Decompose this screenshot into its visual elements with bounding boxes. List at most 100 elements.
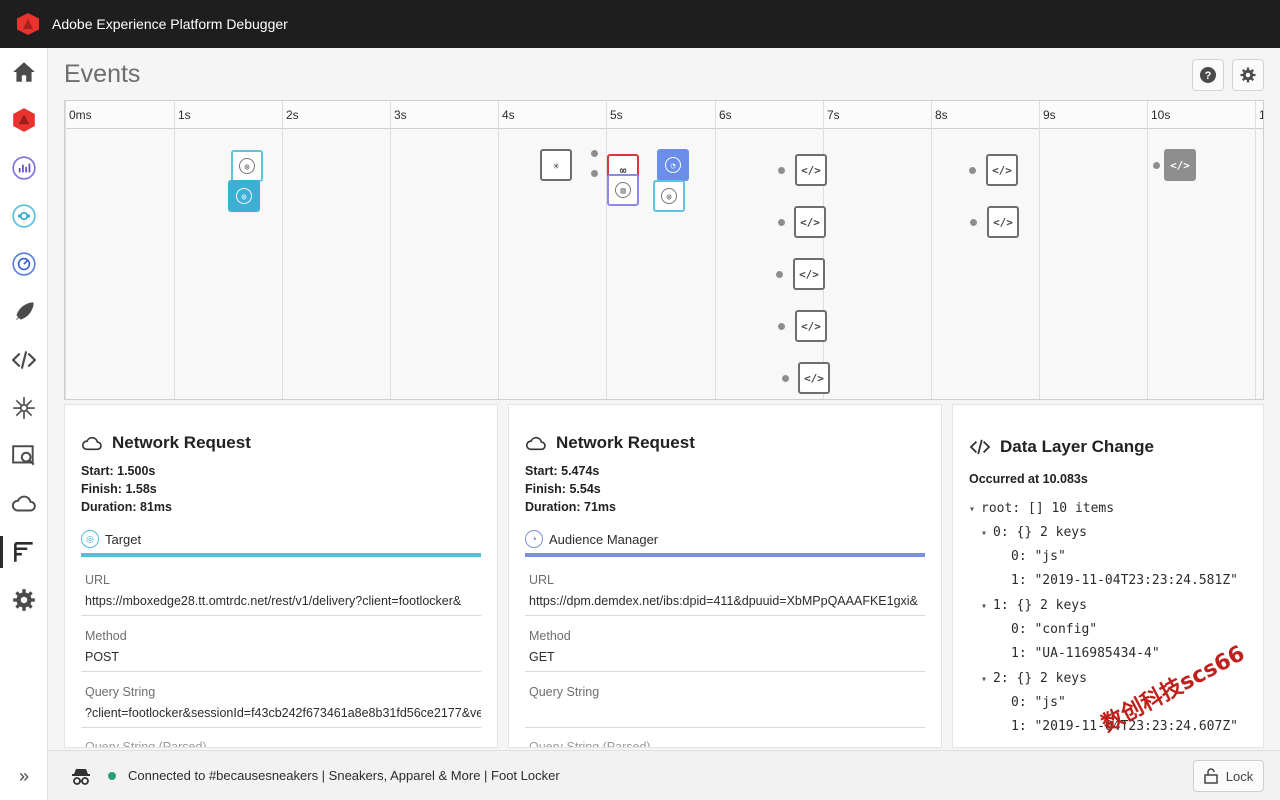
method-label: Method	[85, 629, 127, 643]
tree-node[interactable]: ▾ 1: {} 2 keys	[981, 598, 1087, 622]
gear-icon	[13, 589, 35, 611]
method-field: Method POST	[81, 629, 481, 672]
cloud-icon	[81, 436, 102, 451]
tree-node-root[interactable]: ▾ root: [] 10 items	[969, 501, 1114, 525]
tick-label: 6s	[719, 108, 732, 122]
query-string-value[interactable]	[525, 706, 925, 728]
rail-analytics[interactable]	[0, 144, 48, 192]
event-dot	[782, 375, 789, 382]
code-icon: </>	[1170, 158, 1190, 172]
rail-audience-manager[interactable]	[0, 240, 48, 288]
code-icon: </>	[993, 215, 1013, 229]
rail-cloud[interactable]	[0, 480, 48, 528]
code-icon: </>	[992, 163, 1012, 177]
start-time: Start: 1.500s	[81, 464, 156, 478]
events-timeline-icon	[14, 542, 33, 562]
method-field: Method GET	[525, 629, 925, 672]
tree-node-text: 2: {} 2 keys	[993, 671, 1087, 686]
code-icon: </>	[801, 319, 821, 333]
data-layer-event-marker[interactable]: </>	[987, 206, 1019, 238]
duration: Duration: 71ms	[525, 500, 616, 514]
audience-manager-icon: ◔	[525, 530, 543, 548]
method-value[interactable]: GET	[525, 650, 925, 672]
target-icon: ◎	[236, 188, 252, 204]
url-value[interactable]: https://mboxedge28.tt.omtrdc.net/rest/v1…	[81, 594, 481, 616]
target-icon: ◎	[239, 158, 255, 174]
solution-color-bar	[525, 553, 925, 557]
id-sync-event-marker[interactable]: ✳	[540, 149, 572, 181]
query-string-value[interactable]: ?client=footlocker&sessionId=f43cb242f67…	[81, 706, 481, 728]
event-dot	[969, 167, 976, 174]
caret-down-icon: ▾	[981, 528, 988, 539]
url-label: URL	[85, 573, 111, 587]
url-value[interactable]: https://dpm.demdex.net/ibs:dpid=411&dpuu…	[525, 594, 925, 616]
rail-expand-button[interactable]: »	[0, 752, 48, 800]
event-dot	[1153, 162, 1160, 169]
start-time: Start: 5.474s	[525, 464, 600, 478]
tree-node[interactable]: ▾ 2: {} 2 keys	[981, 671, 1087, 695]
data-layer-event-marker[interactable]: </>	[798, 362, 830, 394]
settings-button[interactable]	[1232, 59, 1264, 91]
tree-leaf: 0: "js"	[1011, 549, 1066, 573]
rail-network[interactable]	[0, 432, 48, 480]
url-field: URL https://dpm.demdex.net/ibs:dpid=411&…	[525, 573, 925, 616]
panel-title: Network Request	[81, 433, 251, 453]
rail-data-layer[interactable]	[0, 336, 48, 384]
tree-leaf: 1: "2019-11-04T23:23:24.581Z"	[1011, 573, 1238, 597]
rail-events[interactable]	[0, 528, 48, 576]
audience-manager-icon	[12, 252, 36, 276]
tree-leaf: 1: "UA-116985434-4"	[1011, 646, 1160, 670]
event-dot	[591, 150, 598, 157]
data-layer-event-marker-selected[interactable]: </>	[1164, 149, 1196, 181]
rail-experience-platform[interactable]	[0, 96, 48, 144]
target-event-marker[interactable]: ◎	[653, 180, 685, 212]
tree-leaf-text: 0: "config"	[1011, 622, 1098, 637]
method-value[interactable]: POST	[81, 650, 481, 672]
event-dot	[778, 323, 785, 330]
help-button[interactable]: ?	[1192, 59, 1224, 91]
adobe-experience-platform-icon	[13, 108, 35, 132]
rail-home[interactable]	[0, 48, 48, 96]
solution-color-bar	[81, 553, 481, 557]
tick-label: 3s	[394, 108, 407, 122]
panel-title-text: Network Request	[556, 433, 695, 452]
audience-manager-event-marker[interactable]: ◔	[657, 149, 689, 181]
rail-settings[interactable]	[0, 576, 48, 624]
tree-leaf-text: 1: "2019-11-04T23:23:24.581Z"	[1011, 573, 1238, 588]
analytics-icon	[12, 156, 36, 180]
data-layer-event-marker[interactable]: </>	[794, 206, 826, 238]
data-layer-event-marker[interactable]: </>	[795, 154, 827, 186]
caret-down-icon: ▾	[969, 504, 976, 515]
tree-leaf: 0: "config"	[1011, 622, 1097, 646]
url-field: URL https://mboxedge28.tt.omtrdc.net/res…	[81, 573, 481, 616]
event-dot	[776, 271, 783, 278]
app-title: Adobe Experience Platform Debugger	[52, 16, 288, 32]
data-layer-event-marker[interactable]: </>	[795, 310, 827, 342]
network-request-panel: Network Request Start: 1.500s Finish: 1.…	[64, 404, 498, 748]
target-event-marker[interactable]: ◎	[228, 180, 260, 212]
audience-manager-icon: ◔	[665, 157, 681, 173]
rail-id-sync[interactable]	[0, 384, 48, 432]
analytics-event-marker[interactable]: ▥	[607, 174, 639, 206]
rail-launch[interactable]	[0, 288, 48, 336]
data-layer-event-marker[interactable]: </>	[986, 154, 1018, 186]
lock-button[interactable]: Lock	[1193, 760, 1264, 792]
tree-node[interactable]: ▾ 0: {} 2 keys	[981, 525, 1087, 549]
lock-label: Lock	[1225, 768, 1254, 784]
events-timeline[interactable]: 0ms 1s 2s 3s 4s 5s 6s 7s 8s 9s 10s 1 ◎ ◎…	[64, 100, 1264, 400]
cloud-icon	[525, 436, 546, 451]
svg-text:?: ?	[1205, 70, 1212, 82]
target-icon: ◎	[81, 530, 99, 548]
query-string-parsed-label: Query String (Parsed)	[85, 740, 207, 748]
target-icon: ◎	[661, 188, 677, 204]
query-string-parsed-field: Query String (Parsed)	[81, 740, 481, 748]
cloud-icon	[11, 495, 36, 512]
target-event-marker[interactable]: ◎	[231, 150, 263, 182]
rail-target[interactable]	[0, 192, 48, 240]
connection-status-dot	[108, 771, 116, 780]
code-icon	[969, 439, 991, 455]
data-layer-event-marker[interactable]: </>	[793, 258, 825, 290]
tree-node-text: 1: {} 2 keys	[993, 598, 1087, 613]
event-dot	[970, 219, 977, 226]
caret-down-icon: ▾	[981, 601, 988, 612]
